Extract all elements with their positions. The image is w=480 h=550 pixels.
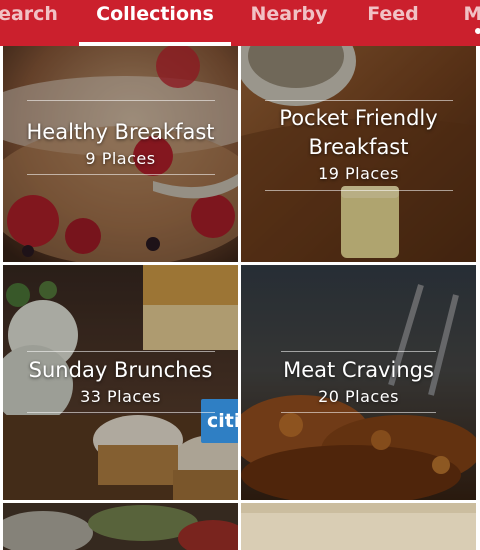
collection-card-healthy-breakfast[interactable]: Healthy Breakfast 9 Places — [3, 46, 238, 262]
places-count: 33 Places — [80, 387, 161, 406]
tab-nearby[interactable]: Nearby — [250, 0, 328, 46]
divider-bottom — [27, 174, 215, 175]
collection-title: Sunday Brunches — [28, 358, 213, 382]
tab-feed[interactable]: Feed — [366, 0, 420, 46]
collection-card-partial-left[interactable] — [3, 503, 238, 550]
divider-bottom — [27, 412, 215, 413]
partial-card-image — [241, 503, 476, 550]
collection-title: Healthy Breakfast — [26, 120, 215, 144]
divider-top — [27, 351, 215, 352]
tab-collections[interactable]: Collections — [79, 0, 231, 46]
top-nav-bar: earch Collections Nearby Feed M — [0, 0, 480, 46]
places-count: 9 Places — [85, 149, 156, 168]
collection-card-meat-cravings[interactable]: Meat Cravings 20 Places — [241, 265, 476, 500]
divider-top — [27, 100, 215, 101]
collection-card-sunday-brunches[interactable]: citi Sunday Brunches 33 Places — [3, 265, 238, 500]
divider-top — [265, 100, 453, 101]
tab-more[interactable]: M — [460, 0, 480, 46]
divider-bottom — [265, 190, 453, 191]
collections-grid: Healthy Breakfast 9 Places Pocket Friend… — [0, 46, 480, 550]
card-caption: Healthy Breakfast 9 Places — [3, 118, 238, 171]
card-caption: Pocket Friendly Breakfast 19 Places — [241, 104, 476, 186]
collection-card-pocket-friendly-breakfast[interactable]: Pocket Friendly Breakfast 19 Places — [241, 46, 476, 262]
notification-dot — [475, 28, 480, 34]
divider-top — [281, 351, 436, 352]
card-overlay — [3, 503, 238, 550]
tab-search[interactable]: earch — [0, 0, 58, 46]
card-caption: Meat Cravings 20 Places — [241, 356, 476, 409]
collection-title-line-1: Pocket Friendly — [279, 106, 438, 130]
card-caption: Sunday Brunches 33 Places — [3, 356, 238, 409]
collection-card-partial-right[interactable] — [241, 503, 476, 550]
places-count: 20 Places — [318, 387, 399, 406]
collection-title: Meat Cravings — [283, 358, 434, 382]
places-count: 19 Places — [318, 164, 399, 183]
collection-title-line-2: Breakfast — [308, 135, 409, 159]
divider-bottom — [281, 412, 436, 413]
